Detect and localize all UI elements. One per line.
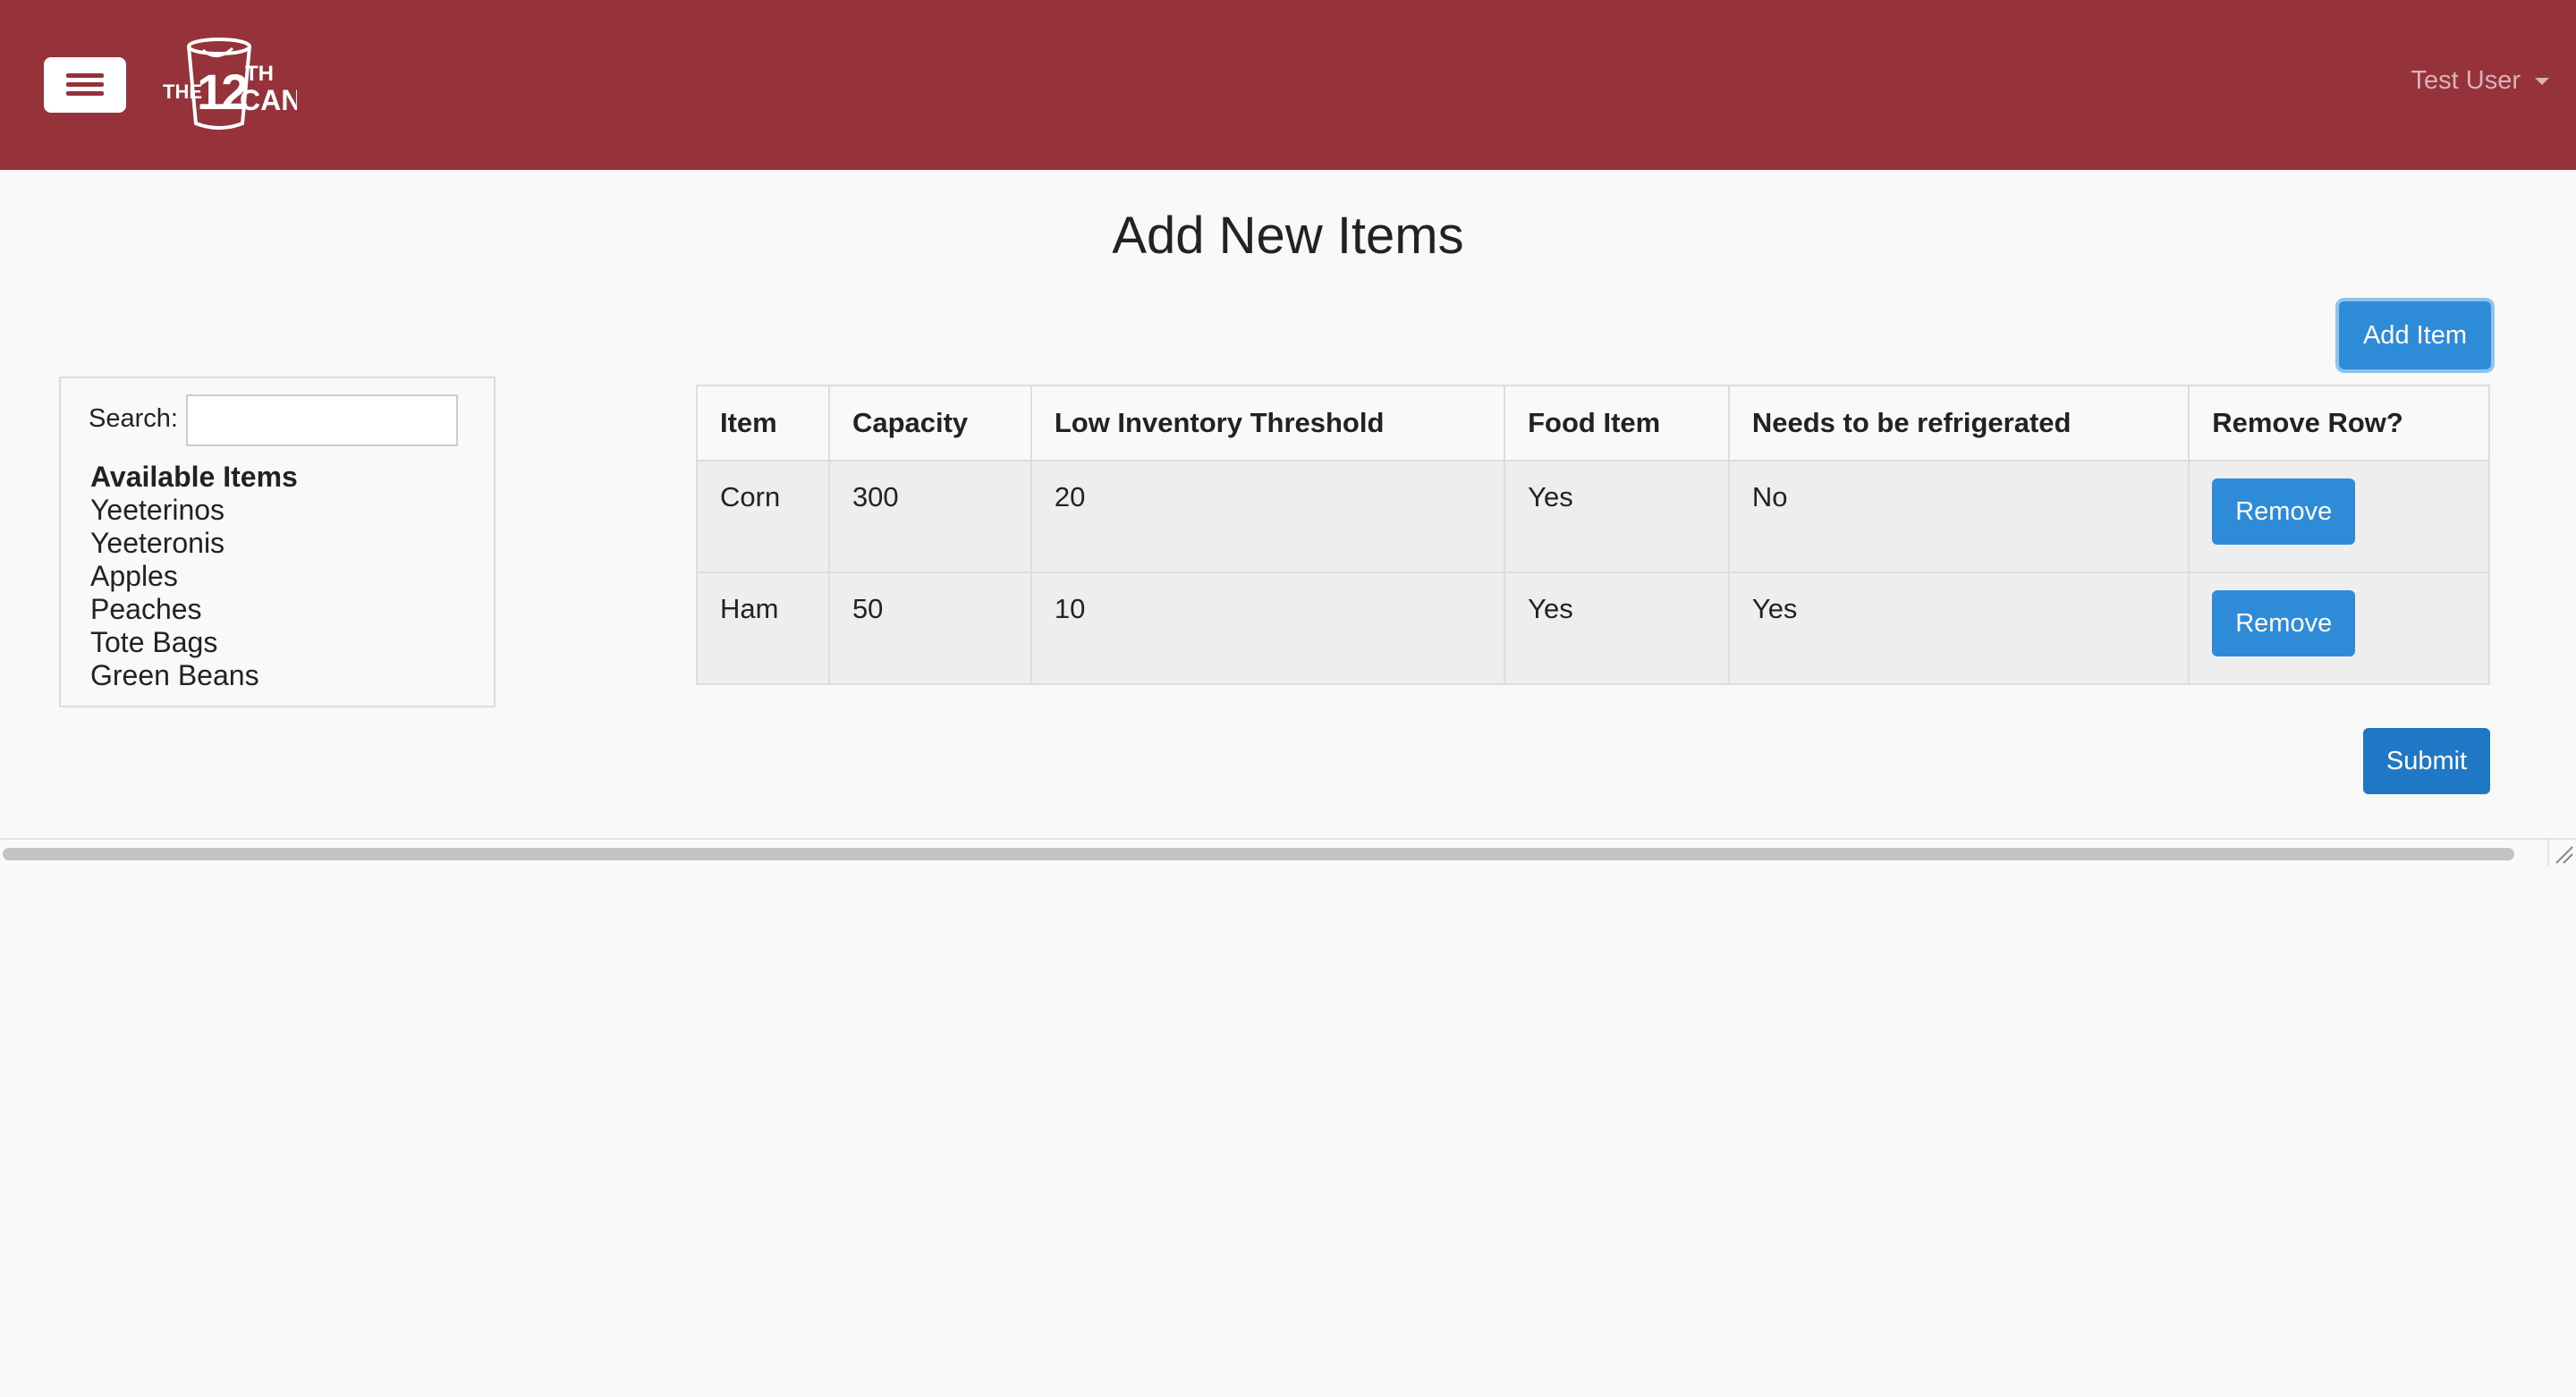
cell-remove: Remove (2188, 572, 2490, 685)
cell-capacity: 50 (827, 572, 1032, 685)
available-item[interactable]: Peaches (90, 593, 259, 626)
user-menu-dropdown[interactable]: Test User (2411, 66, 2549, 96)
brand-logo[interactable]: THE 12 TH CAN (163, 36, 297, 134)
table-row: Corn 300 20 Yes No Remove (696, 460, 2490, 573)
hamburger-icon (66, 82, 104, 87)
available-items-panel: Search: Available Items Yeeterinos Yeete… (59, 377, 496, 707)
resize-handle-icon[interactable] (2547, 840, 2576, 867)
table-header-row: Item Capacity Low Inventory Threshold Fo… (696, 385, 2490, 461)
cell-item: Corn (696, 460, 830, 573)
menu-toggle-button[interactable] (44, 57, 126, 113)
cell-food-item: Yes (1504, 460, 1730, 573)
column-header-capacity: Capacity (827, 385, 1032, 461)
cell-remove: Remove (2188, 460, 2490, 573)
cell-capacity: 300 (827, 460, 1032, 573)
search-label: Search: (89, 404, 178, 433)
add-item-button[interactable]: Add Item (2339, 301, 2491, 369)
available-item[interactable]: Yeeterinos (90, 494, 259, 527)
cell-threshold: 10 (1030, 572, 1506, 685)
available-item[interactable]: Green Beans (90, 659, 259, 692)
search-input[interactable] (186, 394, 458, 446)
column-header-refrigerated: Needs to be refrigerated (1727, 385, 2190, 461)
remove-row-button[interactable]: Remove (2212, 590, 2356, 656)
column-header-item: Item (696, 385, 830, 461)
remove-row-button[interactable]: Remove (2212, 478, 2356, 545)
available-item[interactable]: Yeeteronis (90, 527, 259, 560)
top-navbar: THE 12 TH CAN Test User (0, 0, 2576, 170)
table-row: Ham 50 10 Yes Yes Remove (696, 572, 2490, 685)
hamburger-icon (66, 91, 104, 96)
hamburger-icon (66, 73, 104, 78)
cell-threshold: 20 (1030, 460, 1506, 573)
cell-refrigerated: Yes (1727, 572, 2190, 685)
svg-text:TH: TH (245, 62, 274, 86)
page-title: Add New Items (1112, 207, 1464, 265)
available-items-heading: Available Items (90, 461, 298, 493)
cell-refrigerated: No (1727, 460, 2190, 573)
submit-button[interactable]: Submit (2363, 728, 2490, 794)
horizontal-scrollbar[interactable] (0, 838, 2576, 867)
items-table: Item Capacity Low Inventory Threshold Fo… (696, 385, 2490, 685)
column-header-threshold: Low Inventory Threshold (1030, 385, 1506, 461)
column-header-remove: Remove Row? (2188, 385, 2490, 461)
available-items-list: Yeeterinos Yeeteronis Apples Peaches Tot… (90, 494, 259, 692)
cell-food-item: Yes (1504, 572, 1730, 685)
available-item[interactable]: Apples (90, 560, 259, 593)
available-item[interactable]: Tote Bags (90, 626, 259, 659)
cell-item: Ham (696, 572, 830, 685)
caret-down-icon (2535, 77, 2549, 85)
user-name-label: Test User (2411, 66, 2521, 95)
scrollbar-thumb[interactable] (3, 848, 2514, 860)
svg-text:CAN: CAN (240, 84, 297, 116)
column-header-food-item: Food Item (1504, 385, 1730, 461)
